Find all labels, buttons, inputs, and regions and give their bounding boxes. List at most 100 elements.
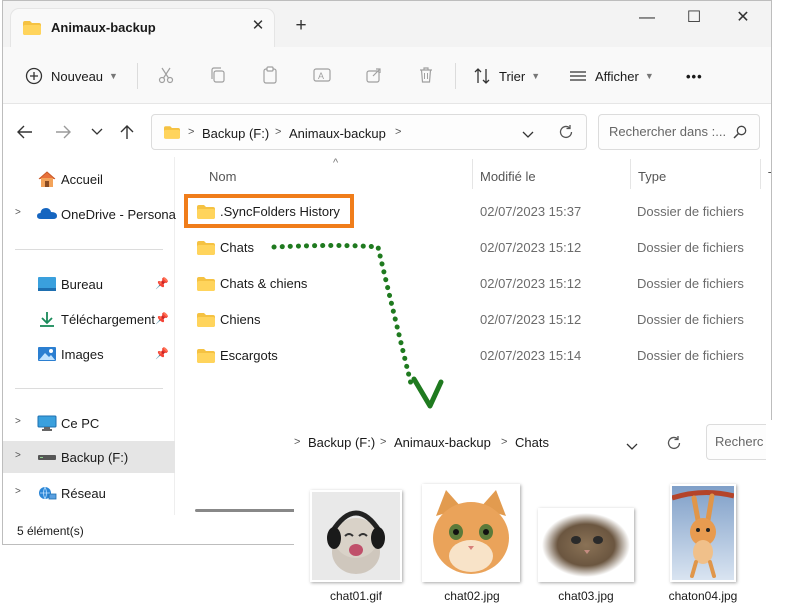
view-icon xyxy=(569,67,587,85)
sidebar-item-telechargement[interactable]: Téléchargement 📌 xyxy=(3,303,175,335)
share-icon[interactable] xyxy=(363,64,385,86)
column-header-modified[interactable]: Modifié le xyxy=(480,169,536,184)
breadcrumb-drive[interactable]: Backup (F:) xyxy=(308,435,375,450)
refresh-icon[interactable] xyxy=(666,435,682,454)
download-icon xyxy=(37,311,57,327)
back-icon[interactable] xyxy=(15,123,35,141)
address-chevron-down-icon[interactable] xyxy=(522,127,534,142)
breadcrumb-folder[interactable]: Animaux-backup xyxy=(289,126,386,141)
chevron-right-icon[interactable]: > xyxy=(15,450,21,461)
thumbnail-chat02[interactable] xyxy=(422,484,520,582)
sidebar-item-label: Réseau xyxy=(61,486,106,501)
thumbnail-label: chat01.gif xyxy=(329,589,383,603)
file-modified: 02/07/2023 15:14 xyxy=(480,348,582,363)
folder-icon xyxy=(23,21,41,38)
search-input[interactable] xyxy=(715,434,766,449)
paste-icon[interactable] xyxy=(259,64,281,86)
chevron-right-icon[interactable]: > xyxy=(15,207,21,218)
new-tab-button[interactable]: + xyxy=(290,15,312,37)
sidebar-item-onedrive[interactable]: > OneDrive - Persona xyxy=(3,198,176,230)
sidebar-item-backup-f[interactable]: > Backup (F:) xyxy=(3,441,175,473)
chevron-down-icon: ▼ xyxy=(644,71,654,81)
search-box[interactable] xyxy=(706,424,766,460)
breadcrumb-current[interactable]: Chats xyxy=(515,435,549,450)
new-label: Nouveau xyxy=(51,68,104,84)
search-box[interactable] xyxy=(598,114,760,150)
view-label: Afficher xyxy=(595,68,639,84)
chevron-right-icon[interactable]: > xyxy=(15,416,21,427)
tab-title: Animaux-backup xyxy=(51,20,156,35)
drive-icon xyxy=(37,449,57,465)
close-tab-icon[interactable]: ✕ xyxy=(247,15,269,37)
maximize-button[interactable]: ☐ xyxy=(680,7,708,29)
sidebar-item-accueil[interactable]: Accueil xyxy=(3,163,175,195)
column-header-extra[interactable]: T xyxy=(768,169,771,184)
thumbnail-chat03[interactable] xyxy=(538,508,634,582)
navigation-bar: > Backup (F:) > Animaux-backup > xyxy=(3,105,771,157)
folder-icon xyxy=(197,241,215,258)
breadcrumb-separator: > xyxy=(188,126,195,138)
table-row[interactable]: .SyncFolders History 02/07/2023 15:37 Do… xyxy=(187,197,767,227)
sidebar-item-label: Téléchargement xyxy=(61,312,155,327)
sidebar-item-ce-pc[interactable]: > Ce PC xyxy=(3,407,175,439)
file-modified: 02/07/2023 15:12 xyxy=(480,276,582,291)
file-type: Dossier de fichiers xyxy=(637,276,744,291)
sort-button[interactable]: Trier ▼ xyxy=(473,63,540,89)
chevron-down-icon: ▼ xyxy=(531,71,541,81)
column-divider[interactable] xyxy=(760,159,761,189)
pin-icon[interactable]: 📌 xyxy=(155,312,169,325)
divider xyxy=(15,388,163,389)
recent-chevron-down-icon[interactable] xyxy=(87,123,107,141)
thumbnail-label: chat03.jpg xyxy=(558,589,614,603)
file-type: Dossier de fichiers xyxy=(637,204,744,219)
search-input[interactable] xyxy=(609,124,727,139)
pin-icon[interactable]: 📌 xyxy=(155,347,169,360)
chevron-right-icon[interactable]: > xyxy=(15,486,21,497)
search-icon[interactable] xyxy=(733,125,747,142)
sidebar-item-images[interactable]: Images 📌 xyxy=(3,338,175,370)
folder-icon xyxy=(164,126,180,142)
ginger-kitten-image xyxy=(424,486,518,580)
breadcrumb-drive[interactable]: Backup (F:) xyxy=(202,126,269,141)
column-divider[interactable] xyxy=(630,159,631,189)
thumbnail-chat01[interactable] xyxy=(310,490,402,582)
cat-headphones-image xyxy=(312,492,400,580)
chats-folder-window: > Backup (F:) > Animaux-backup > Chats c… xyxy=(294,420,810,610)
sidebar-item-label: Backup (F:) xyxy=(61,450,129,465)
home-icon xyxy=(37,171,57,187)
delete-icon[interactable] xyxy=(415,64,437,86)
column-divider[interactable] xyxy=(472,159,473,189)
column-header-type[interactable]: Type xyxy=(638,169,666,184)
tab-animaux-backup[interactable]: Animaux-backup ✕ xyxy=(11,9,274,47)
column-header-name[interactable]: Nom xyxy=(209,169,236,184)
thumbnail-chaton04[interactable] xyxy=(670,484,736,582)
forward-icon[interactable] xyxy=(53,123,73,141)
more-options-button[interactable]: ••• xyxy=(686,63,703,89)
divider xyxy=(15,249,163,250)
cut-icon[interactable] xyxy=(155,64,177,86)
minimize-button[interactable]: — xyxy=(633,7,661,29)
refresh-icon[interactable] xyxy=(558,124,574,143)
file-type: Dossier de fichiers xyxy=(637,240,744,255)
pin-icon[interactable]: 📌 xyxy=(155,277,169,290)
new-button[interactable]: Nouveau ▼ xyxy=(25,63,118,89)
thumbnail-label: chaton04.jpg xyxy=(668,589,738,603)
sidebar-item-label: OneDrive - Persona xyxy=(61,207,176,222)
breadcrumb-separator: > xyxy=(275,126,282,138)
sidebar-item-reseau[interactable]: > Réseau xyxy=(3,477,175,509)
view-button[interactable]: Afficher ▼ xyxy=(569,63,654,89)
breadcrumb-folder[interactable]: Animaux-backup xyxy=(394,435,491,450)
network-icon xyxy=(37,485,57,501)
file-modified: 02/07/2023 15:12 xyxy=(480,240,582,255)
sidebar-item-bureau[interactable]: Bureau 📌 xyxy=(3,268,175,300)
address-bar[interactable]: > Backup (F:) > Animaux-backup > Chats xyxy=(294,420,697,464)
rename-icon[interactable]: A xyxy=(311,64,333,86)
kitten-rope-image xyxy=(672,486,734,580)
address-chevron-down-icon[interactable] xyxy=(626,439,638,454)
sidebar-item-label: Images xyxy=(61,347,104,362)
up-icon[interactable] xyxy=(117,123,137,141)
close-window-button[interactable]: ✕ xyxy=(729,7,757,29)
sort-label: Trier xyxy=(499,68,526,84)
address-bar[interactable]: > Backup (F:) > Animaux-backup > xyxy=(151,114,587,150)
copy-icon[interactable] xyxy=(207,64,229,86)
